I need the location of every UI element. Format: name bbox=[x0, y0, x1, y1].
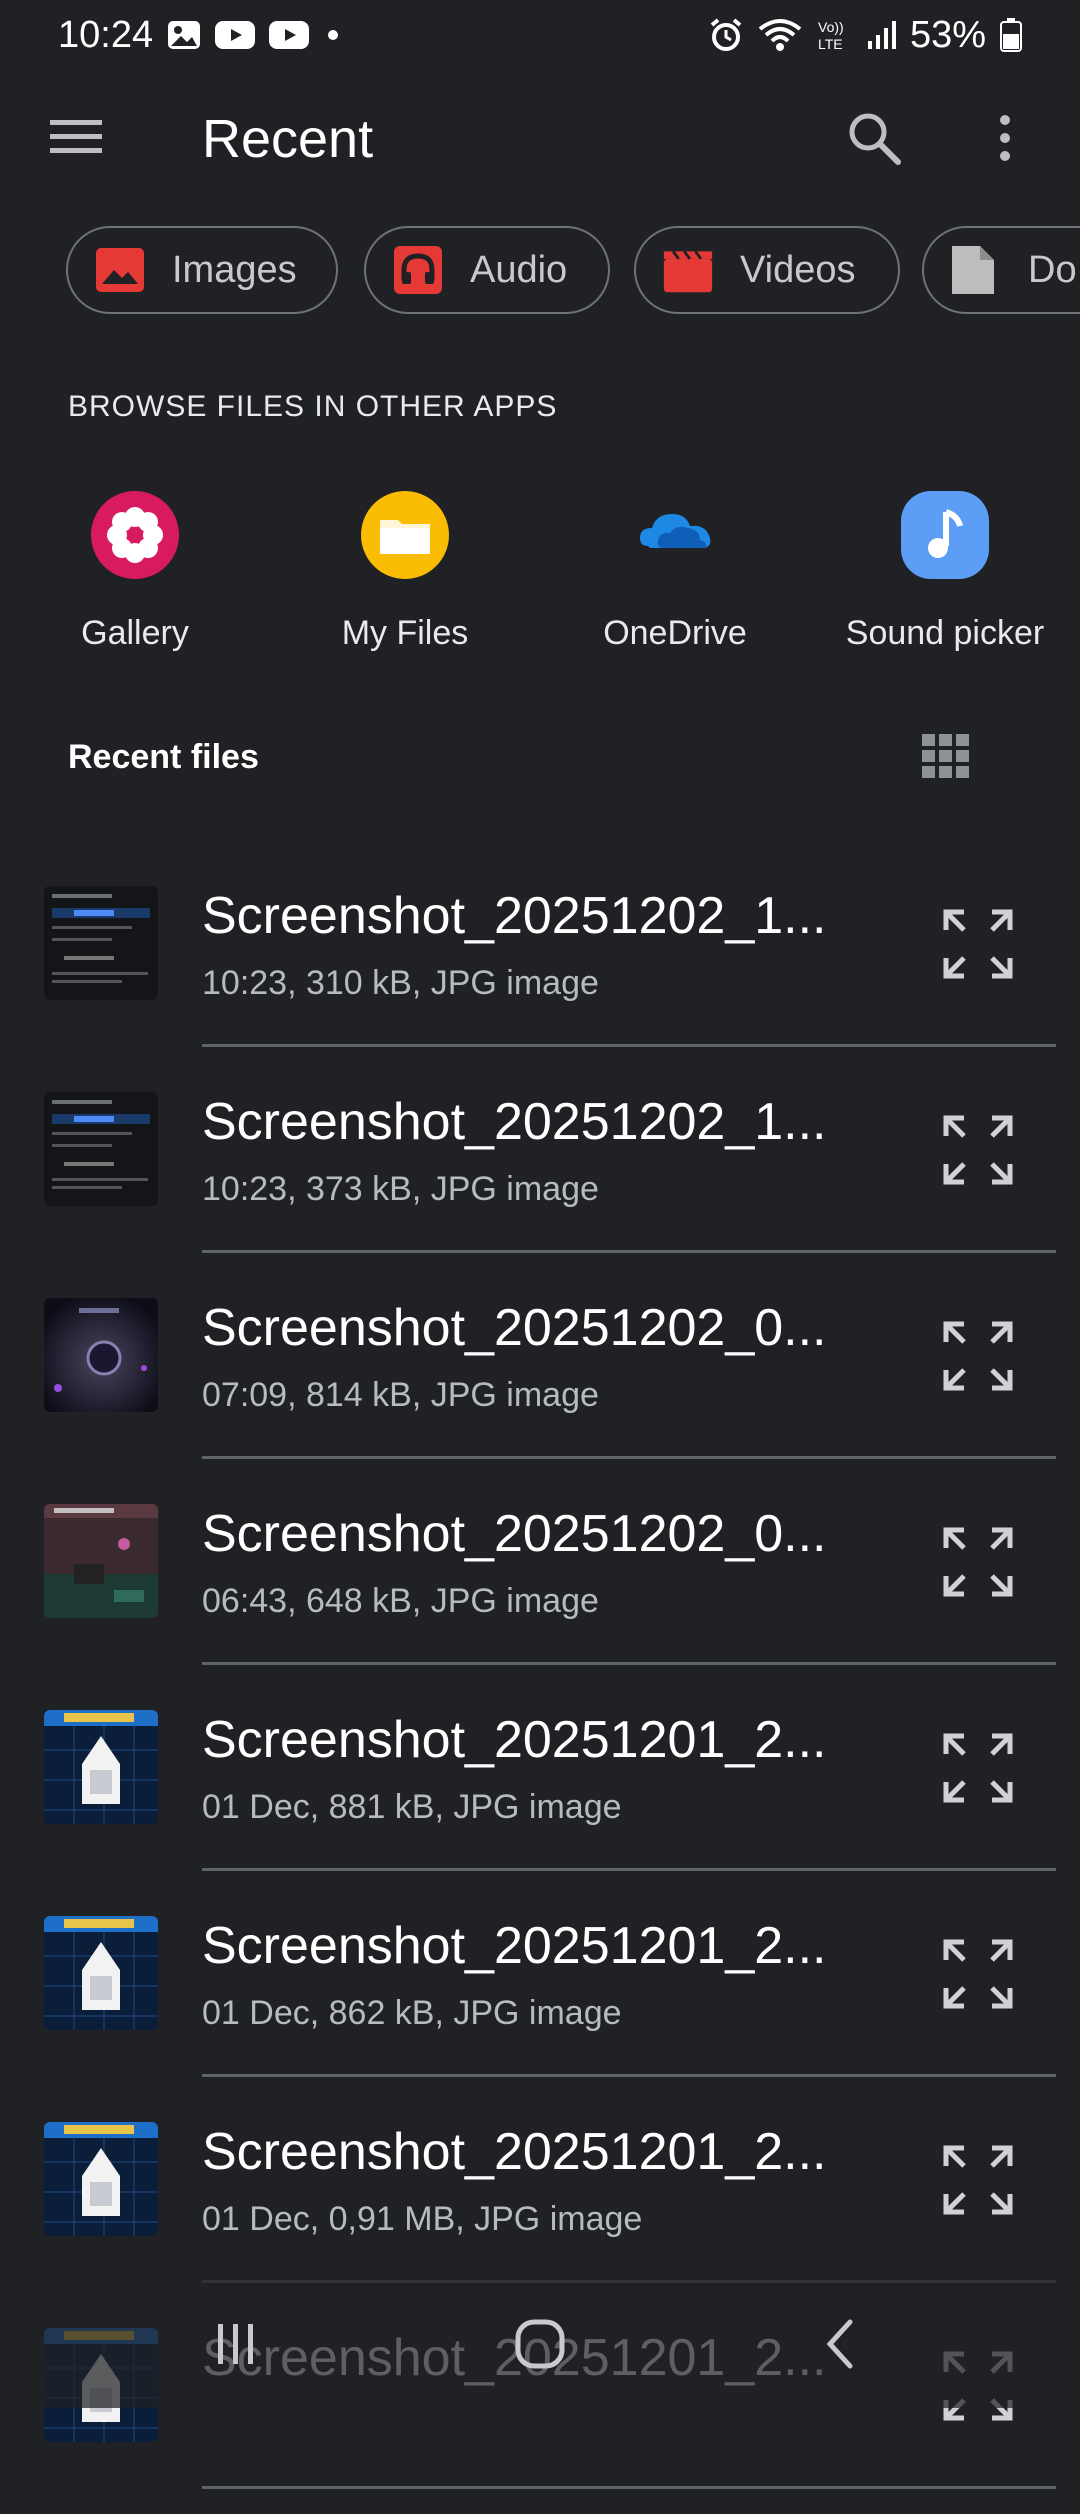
file-meta: 01 Dec, 881 kB, JPG image bbox=[202, 1788, 622, 1826]
file-thumbnail bbox=[44, 2122, 158, 2236]
app-label: Sound picker bbox=[845, 614, 1045, 652]
youtube-icon bbox=[215, 21, 256, 49]
headphones-icon bbox=[392, 244, 444, 296]
file-meta: 01 Dec, 0,91 MB, JPG image bbox=[202, 2200, 643, 2238]
divider bbox=[202, 1456, 1056, 1459]
image-icon bbox=[94, 244, 146, 296]
dot-icon bbox=[323, 25, 343, 45]
file-row[interactable]: Screenshot_20251202_0... 07:09, 814 kB, J… bbox=[0, 1278, 1080, 1484]
file-name: Screenshot_20251201_2... bbox=[202, 2123, 827, 2181]
expand-icon[interactable] bbox=[940, 1936, 1016, 2012]
alarm-icon bbox=[708, 17, 744, 53]
menu-icon[interactable] bbox=[48, 114, 108, 162]
file-thumbnail bbox=[44, 1504, 158, 1618]
expand-icon[interactable] bbox=[940, 1318, 1016, 1394]
gallery-notification-icon bbox=[167, 20, 201, 50]
chip-label: Videos bbox=[740, 248, 856, 291]
file-thumbnail bbox=[44, 1916, 158, 2030]
browse-apps: Gallery My Files OneDrive Sound picker bbox=[0, 490, 1080, 660]
file-meta: 06:43, 648 kB, JPG image bbox=[202, 1582, 599, 1620]
status-time: 10:24 bbox=[58, 13, 154, 56]
expand-icon[interactable] bbox=[940, 906, 1016, 982]
search-icon[interactable] bbox=[846, 110, 902, 166]
file-row[interactable]: Screenshot_20251202_0... 06:43, 648 kB, J… bbox=[0, 1484, 1080, 1690]
chip-label: Do bbox=[1028, 248, 1077, 291]
file-row[interactable]: Screenshot_20251201_2... 01 Dec, 881 kB, … bbox=[0, 1690, 1080, 1896]
svg-text:Vo)): Vo)) bbox=[818, 19, 844, 35]
folder-icon bbox=[360, 490, 450, 580]
file-thumbnail bbox=[44, 886, 158, 1000]
svg-text:LTE: LTE bbox=[818, 36, 843, 52]
file-meta: 01 Dec, 862 kB, JPG image bbox=[202, 1994, 622, 2032]
file-name: Screenshot_20251202_1... bbox=[202, 1093, 827, 1151]
divider bbox=[202, 1662, 1056, 1665]
volte-icon: Vo)) LTE bbox=[816, 17, 852, 53]
file-meta: 07:09, 814 kB, JPG image bbox=[202, 1376, 599, 1414]
home-icon[interactable] bbox=[500, 2314, 580, 2374]
category-chips: Images Audio Videos Do bbox=[66, 226, 1080, 318]
page-title: Recent bbox=[202, 109, 374, 169]
signal-icon bbox=[866, 19, 896, 51]
file-row[interactable]: Screenshot_20251202_1... 10:23, 373 kB, J… bbox=[0, 1072, 1080, 1278]
expand-icon[interactable] bbox=[940, 2142, 1016, 2218]
file-name: Screenshot_20251202_0... bbox=[202, 1505, 827, 1563]
divider bbox=[202, 1044, 1056, 1047]
grid-view-icon[interactable] bbox=[918, 728, 974, 784]
divider bbox=[202, 2486, 1056, 2489]
chip-videos[interactable]: Videos bbox=[634, 226, 900, 314]
chip-label: Images bbox=[172, 248, 297, 291]
app-my-files[interactable]: My Files bbox=[270, 490, 540, 660]
divider bbox=[202, 1250, 1056, 1253]
music-note-icon bbox=[900, 490, 990, 580]
divider bbox=[202, 1868, 1056, 1871]
app-sound-picker[interactable]: Sound picker bbox=[810, 490, 1080, 660]
more-options-icon[interactable] bbox=[990, 110, 1020, 166]
file-meta: 10:23, 310 kB, JPG image bbox=[202, 964, 599, 1002]
chip-label: Audio bbox=[470, 248, 568, 291]
app-bar: Recent bbox=[0, 90, 1080, 186]
file-name: Screenshot_20251202_0... bbox=[202, 1299, 827, 1357]
app-label: My Files bbox=[341, 614, 469, 652]
file-name: Screenshot_20251202_1... bbox=[202, 887, 827, 945]
file-row[interactable]: Screenshot_20251202_1... 10:23, 310 kB, J… bbox=[0, 866, 1080, 1072]
document-icon bbox=[950, 244, 1002, 296]
app-gallery[interactable]: Gallery bbox=[0, 490, 270, 660]
youtube-icon bbox=[269, 21, 310, 49]
battery-icon bbox=[1000, 18, 1022, 52]
file-name: Screenshot_20251201_2... bbox=[202, 1917, 827, 1975]
cloud-icon bbox=[630, 490, 720, 580]
file-thumbnail bbox=[44, 1092, 158, 1206]
expand-icon[interactable] bbox=[940, 1524, 1016, 1600]
navigation-bar bbox=[0, 2274, 1080, 2408]
expand-icon[interactable] bbox=[940, 1112, 1016, 1188]
app-onedrive[interactable]: OneDrive bbox=[540, 490, 810, 660]
clapperboard-icon bbox=[662, 244, 714, 296]
file-thumbnail bbox=[44, 1710, 158, 1824]
file-meta: 10:23, 373 kB, JPG image bbox=[202, 1170, 599, 1208]
status-bar-right: Vo)) LTE 53% bbox=[708, 14, 1022, 57]
chip-documents[interactable]: Do bbox=[922, 226, 1080, 314]
chip-images[interactable]: Images bbox=[66, 226, 338, 314]
back-icon[interactable] bbox=[802, 2314, 882, 2374]
browse-section-label: BROWSE FILES IN OTHER APPS bbox=[68, 390, 558, 423]
file-thumbnail bbox=[44, 1298, 158, 1412]
status-bar: 10:24 Vo)) LTE 53% bbox=[0, 0, 1080, 70]
gallery-flower-icon bbox=[90, 490, 180, 580]
expand-icon[interactable] bbox=[940, 1730, 1016, 1806]
recents-icon[interactable] bbox=[196, 2314, 276, 2374]
file-name: Screenshot_20251201_2... bbox=[202, 1711, 827, 1769]
chip-audio[interactable]: Audio bbox=[364, 226, 610, 314]
file-row[interactable]: Screenshot_20251201_2... 01 Dec, 862 kB, … bbox=[0, 1896, 1080, 2102]
status-bar-left: 10:24 bbox=[58, 14, 343, 57]
wifi-icon bbox=[758, 17, 802, 53]
recent-files-header: Recent files bbox=[68, 738, 259, 776]
app-label: Gallery bbox=[81, 614, 189, 652]
app-label: OneDrive bbox=[603, 614, 747, 652]
battery-percent: 53% bbox=[909, 13, 986, 56]
divider bbox=[202, 2074, 1056, 2077]
